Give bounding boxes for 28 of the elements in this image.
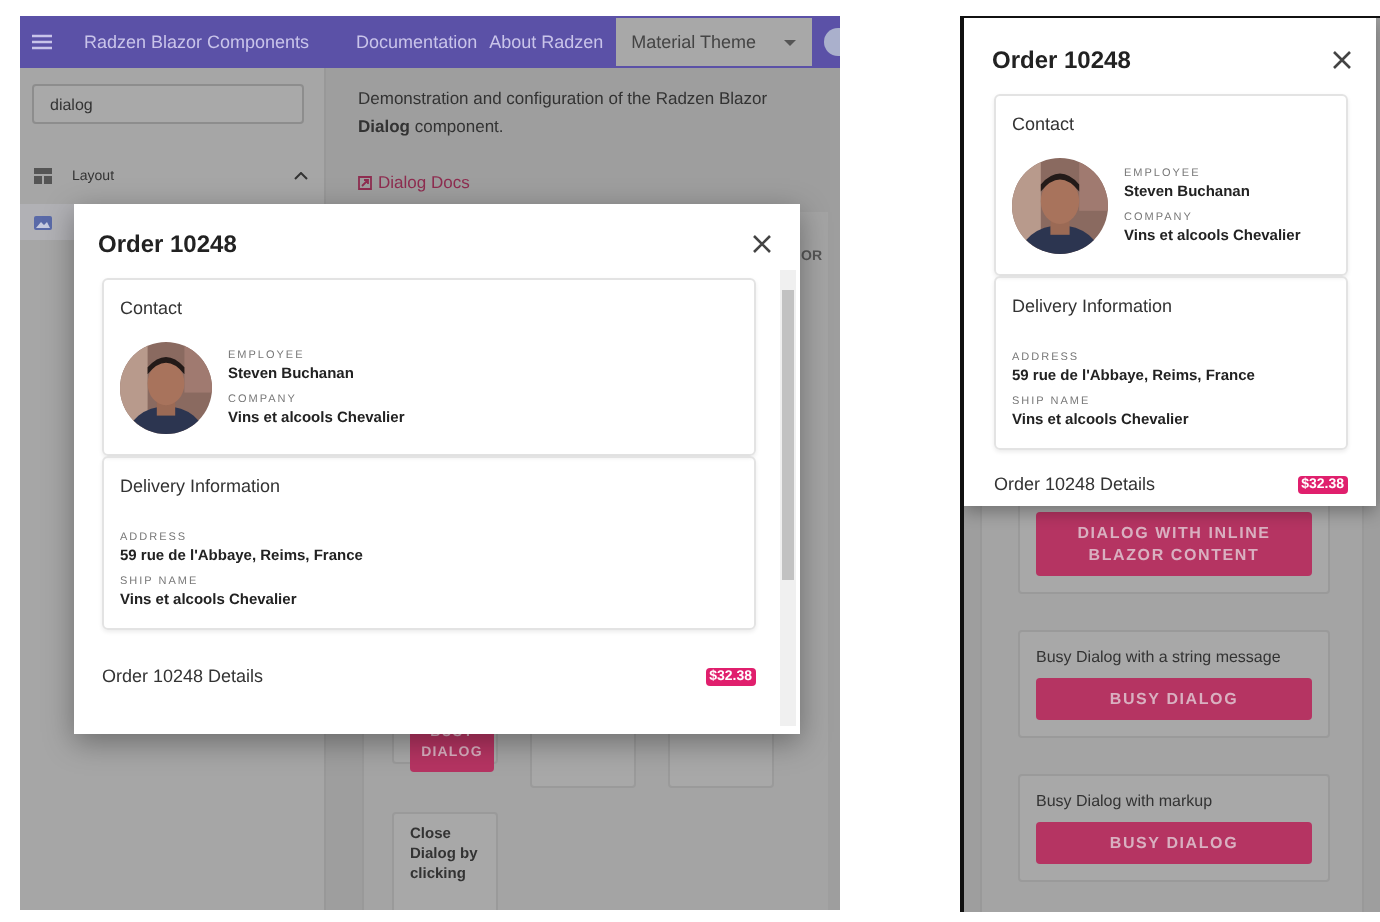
docs-link[interactable]: Dialog Docs <box>358 172 470 192</box>
card-title: Contact <box>120 298 185 318</box>
menu-icon[interactable] <box>32 34 52 50</box>
card-title: Delivery Information <box>1012 296 1175 316</box>
description-text: Demonstration and configuration of the Radzen Blazor Dialog component. <box>358 86 770 140</box>
nav-link[interactable]: About Radzen <box>489 32 604 52</box>
close-icon[interactable] <box>1332 50 1352 70</box>
card-title: Contact <box>1012 114 1077 134</box>
search-field[interactable]: dialog <box>32 84 304 124</box>
dialog-button[interactable]: BUSY DIALOG <box>1036 678 1312 720</box>
nav-link[interactable]: Documentation <box>356 32 478 52</box>
caret-icon <box>784 39 796 45</box>
dialog-title: Order 10248 <box>98 230 237 258</box>
theme-dropdown[interactable]: Material Theme <box>615 18 812 66</box>
card-title: Delivery Information <box>120 476 283 496</box>
grid-icon <box>34 168 52 184</box>
card-text: Busy Dialog with a string message <box>1036 648 1283 666</box>
app-title: Radzen Blazor Components <box>84 32 312 52</box>
close-icon[interactable] <box>752 234 772 254</box>
dialog-button[interactable]: BUSY DIALOG <box>1036 822 1312 864</box>
scrollbar[interactable] <box>780 270 796 726</box>
details-heading: Order 10248 Details <box>102 666 264 686</box>
dialog-button[interactable]: DIALOG WITH INLINE BLAZOR CONTENT <box>1036 512 1312 576</box>
card-text: Busy Dialog with markup <box>1036 792 1215 810</box>
dialog-title: Order 10248 <box>992 46 1131 74</box>
external-link-icon <box>358 175 372 189</box>
image-icon <box>34 215 52 229</box>
details-heading: Order 10248 Details <box>994 474 1156 494</box>
